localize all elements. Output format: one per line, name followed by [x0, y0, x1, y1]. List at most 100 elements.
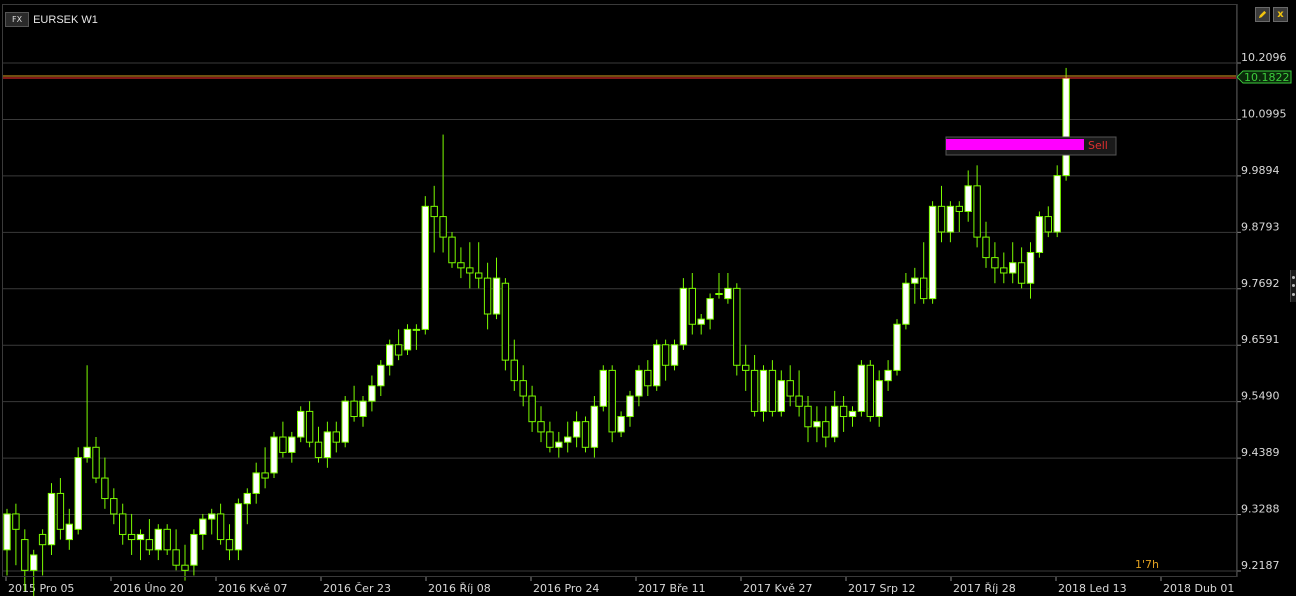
x-tick-label: 2016 Kvě 07: [218, 582, 287, 595]
candle-body: [884, 369, 892, 382]
candle-body: [546, 431, 554, 448]
candle: [448, 231, 456, 268]
candle-body: [670, 344, 679, 366]
candle-body: [475, 272, 483, 279]
candle: [955, 201, 963, 232]
candle: [323, 421, 332, 468]
candle: [377, 360, 385, 397]
candle-body: [225, 539, 234, 551]
candle-body: [813, 421, 821, 428]
candle-body: [661, 344, 670, 366]
candle: [973, 165, 981, 248]
candle: [750, 355, 759, 417]
candle-body: [38, 533, 47, 546]
order-bar: [946, 139, 1084, 150]
candle-body: [261, 472, 269, 479]
candle: [261, 447, 269, 489]
symbol-label: EURSEK W1: [33, 13, 98, 26]
candle-body: [1026, 251, 1035, 284]
handle-dot: [1292, 275, 1295, 279]
candle: [136, 529, 145, 561]
candle-body: [430, 205, 438, 218]
candle: [216, 503, 225, 545]
y-tick-label: 9.2187: [1241, 559, 1280, 572]
candle-body: [466, 267, 474, 274]
scroll-handle[interactable]: [1290, 270, 1296, 302]
candle: [154, 524, 163, 561]
candle: [190, 529, 198, 576]
window-controls: x: [1255, 7, 1288, 22]
candle-body: [706, 298, 714, 320]
candle-body: [875, 380, 883, 418]
candle-body: [83, 446, 91, 459]
candle: [403, 324, 412, 356]
candle: [252, 462, 260, 504]
candle: [617, 411, 625, 438]
candle-body: [991, 257, 999, 269]
candle-body: [795, 395, 803, 407]
candle-body: [848, 410, 857, 418]
candle: [163, 524, 171, 555]
candle-body: [394, 344, 403, 356]
candle: [421, 196, 430, 335]
candle: [644, 360, 652, 397]
x-tick-label: 2017 Kvě 27: [743, 582, 812, 595]
candle-body: [243, 492, 252, 505]
candle: [964, 170, 972, 222]
candle: [920, 242, 928, 304]
candle: [145, 519, 154, 555]
candle: [866, 360, 874, 422]
candle-body: [492, 277, 501, 315]
candle: [679, 278, 688, 350]
candle-body: [234, 503, 243, 551]
fx-badge: FX: [5, 12, 30, 27]
candle: [670, 339, 679, 371]
candle: [768, 360, 777, 417]
candle: [234, 498, 243, 561]
candle: [688, 272, 696, 335]
candle: [350, 385, 358, 422]
candle-body: [768, 369, 777, 412]
candle: [893, 319, 901, 376]
candle-body: [47, 492, 56, 546]
candle: [937, 185, 946, 243]
x-tick-label: 2016 Pro 24: [533, 582, 599, 595]
candle: [510, 339, 519, 391]
candle: [822, 406, 830, 448]
close-icon[interactable]: x: [1273, 7, 1288, 22]
y-tick-label: 9.9894: [1241, 164, 1280, 177]
candle-body: [528, 395, 536, 423]
candle: [1062, 67, 1070, 181]
candle-body: [439, 216, 447, 238]
handle-dot: [1292, 284, 1295, 288]
pencil-icon[interactable]: [1255, 7, 1270, 22]
candle-body: [564, 436, 572, 443]
candle: [786, 365, 794, 407]
candle: [590, 396, 599, 458]
candle: [661, 339, 670, 381]
x-tick-label: 2015 Pro 05: [8, 582, 74, 595]
candle: [857, 360, 866, 417]
candle: [466, 242, 474, 289]
y-tick-label: 9.5490: [1241, 390, 1280, 403]
candle-body: [323, 431, 332, 459]
candle-body: [288, 436, 296, 453]
candle: [946, 201, 955, 243]
candle: [208, 508, 216, 535]
x-tick-label: 2018 Led 13: [1058, 582, 1127, 595]
candle-body: [1017, 262, 1026, 284]
candle: [101, 457, 109, 509]
candle: [457, 247, 465, 279]
candle-body: [946, 205, 955, 233]
candle-body: [759, 369, 768, 412]
candle-body: [902, 282, 910, 325]
candlestick-chart[interactable]: 10.2096 10.0995 9.9894 9.8793 9.7692 9.6591 9.…: [0, 0, 1296, 596]
y-tick-label: 9.8793: [1241, 220, 1280, 233]
current-price-label: 10.1822: [1244, 71, 1290, 84]
candle: [697, 314, 705, 335]
candle: [902, 272, 910, 330]
candle: [270, 431, 278, 479]
candle-body: [973, 185, 981, 238]
candle-body: [724, 287, 732, 300]
candle-body: [297, 410, 305, 438]
